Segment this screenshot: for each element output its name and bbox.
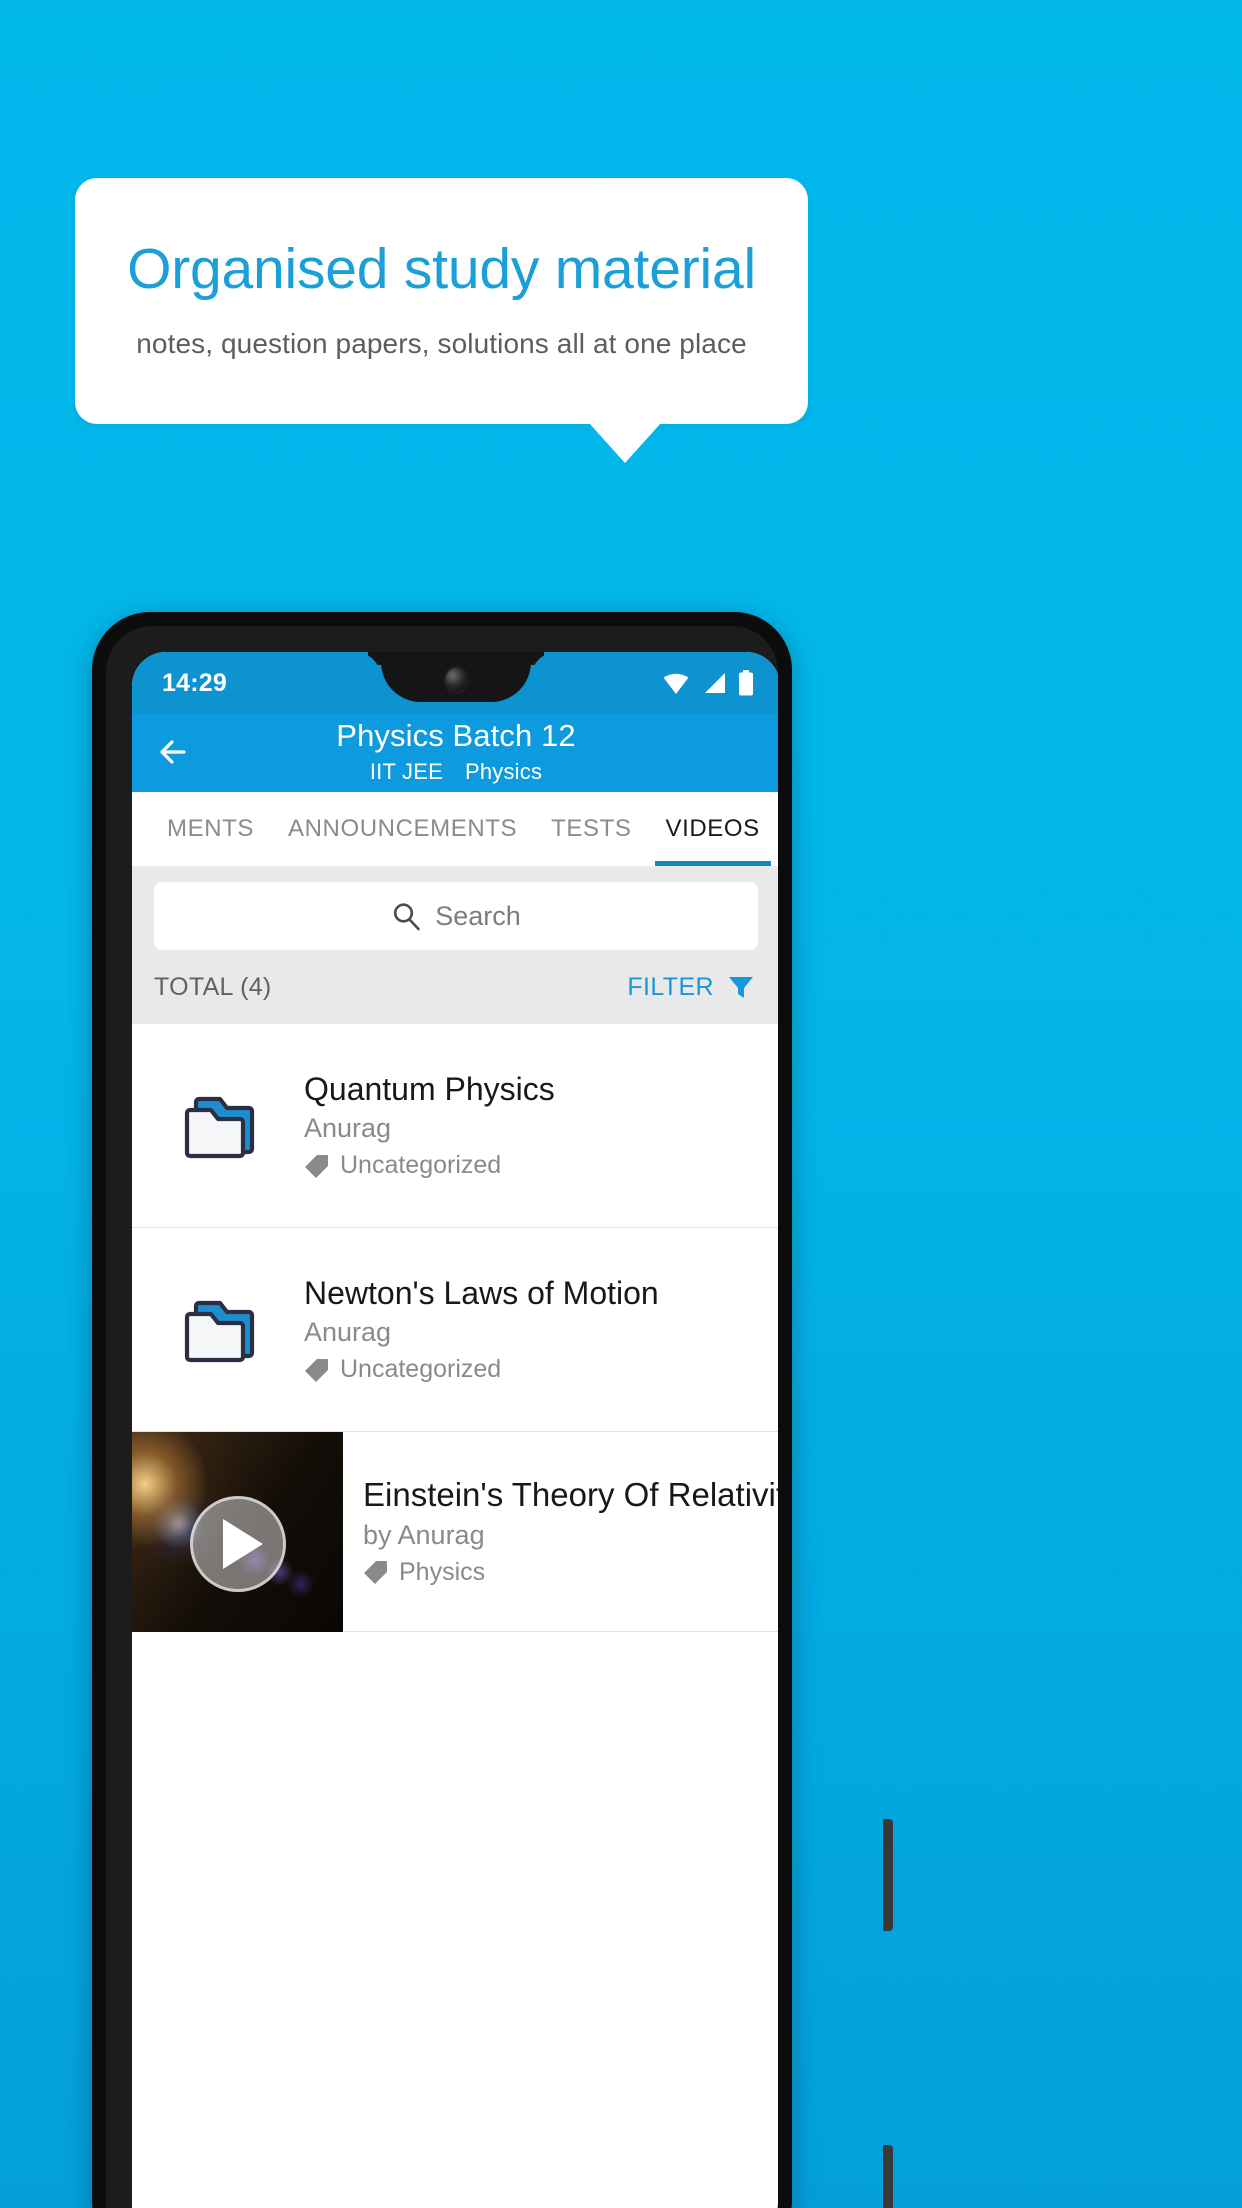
list-item-tag: Uncategorized — [304, 1151, 766, 1180]
total-count-label: TOTAL (4) — [154, 972, 272, 1001]
search-placeholder: Search — [435, 900, 521, 931]
phone-notch — [381, 652, 531, 702]
search-icon — [394, 903, 421, 931]
tab-tests[interactable]: TESTS — [534, 792, 648, 866]
filter-button[interactable]: FILTER — [627, 972, 756, 1002]
list-item[interactable]: Einstein's Theory Of Relativity by Anura… — [132, 1431, 778, 1632]
folder-icon — [136, 1089, 304, 1163]
filter-funnel-icon — [729, 977, 753, 998]
list-item-author: Anurag — [304, 1317, 392, 1348]
promo-title: Organised study material — [127, 237, 756, 301]
search-section: Search — [132, 866, 778, 950]
tag-icon — [305, 1154, 328, 1178]
list-item-author: by Anurag — [363, 1519, 485, 1550]
list-item[interactable]: Newton's Laws of Motion Anurag Uncategor… — [132, 1228, 778, 1432]
status-bar: 14:29 — [132, 652, 778, 714]
wifi-icon — [663, 673, 689, 694]
tag-icon — [305, 1358, 328, 1382]
list-item[interactable]: Quantum Physics Anurag Uncategorized — [132, 1024, 778, 1228]
phone-bezel: 14:29 Physics Batch 12 IIT JEE Physics M… — [106, 626, 778, 2208]
page-title: Physics Batch 12 — [336, 718, 576, 753]
list-item-tag: Uncategorized — [304, 1355, 766, 1384]
app-bar-meta: IIT JEE Physics — [132, 759, 778, 785]
phone-volume-button[interactable] — [883, 1819, 893, 1931]
list-item-tag-label: Uncategorized — [340, 1151, 502, 1180]
list-item-title: Quantum Physics — [304, 1070, 555, 1107]
list-toolbar: TOTAL (4) FILTER — [132, 950, 778, 1024]
list-item-text: Newton's Laws of Motion Anurag Uncategor… — [304, 1275, 778, 1385]
front-camera-icon — [445, 668, 467, 692]
tab-videos[interactable]: VIDEOS — [649, 792, 777, 866]
meta-exam: IIT JEE — [369, 759, 443, 784]
battery-icon — [739, 670, 753, 696]
status-icons — [662, 670, 754, 696]
tab-announcements[interactable]: ANNOUNCEMENTS — [271, 792, 534, 866]
phone-power-button[interactable] — [883, 2145, 893, 2208]
phone-screen: 14:29 Physics Batch 12 IIT JEE Physics M… — [132, 652, 778, 2208]
filter-label: FILTER — [627, 972, 714, 1001]
promo-subtitle: notes, question papers, solutions all at… — [136, 328, 747, 359]
content-list: Quantum Physics Anurag Uncategorized New… — [132, 1024, 778, 1632]
video-thumbnail[interactable] — [132, 1431, 343, 1632]
phone-mockup: 14:29 Physics Batch 12 IIT JEE Physics M… — [92, 612, 893, 2208]
list-item-text: Quantum Physics Anurag Uncategorized — [304, 1071, 778, 1181]
status-time: 14:29 — [162, 669, 227, 697]
app-bar: Physics Batch 12 IIT JEE Physics — [132, 714, 778, 792]
meta-subject: Physics — [464, 759, 543, 784]
list-item-title: Einstein's Theory Of Relativity — [363, 1476, 778, 1514]
tab-assignments[interactable]: MENTS — [150, 792, 271, 866]
list-item-tag-label: Physics — [399, 1557, 486, 1586]
list-item-tag-label: Uncategorized — [340, 1355, 502, 1384]
promo-speech-bubble: Organised study material notes, question… — [75, 178, 808, 424]
list-item-text: Einstein's Theory Of Relativity by Anura… — [343, 1476, 778, 1587]
list-item-title: Newton's Laws of Motion — [304, 1274, 659, 1311]
signal-icon — [705, 673, 725, 693]
list-item-author: Anurag — [304, 1113, 392, 1144]
search-input[interactable]: Search — [154, 882, 758, 950]
folder-icon — [136, 1293, 304, 1367]
list-item-tag: Physics — [363, 1558, 778, 1587]
tag-icon — [364, 1561, 387, 1585]
tab-bar: MENTS ANNOUNCEMENTS TESTS VIDEOS — [132, 792, 778, 866]
play-button-icon[interactable] — [189, 1495, 286, 1592]
speech-bubble-tail — [589, 423, 661, 463]
